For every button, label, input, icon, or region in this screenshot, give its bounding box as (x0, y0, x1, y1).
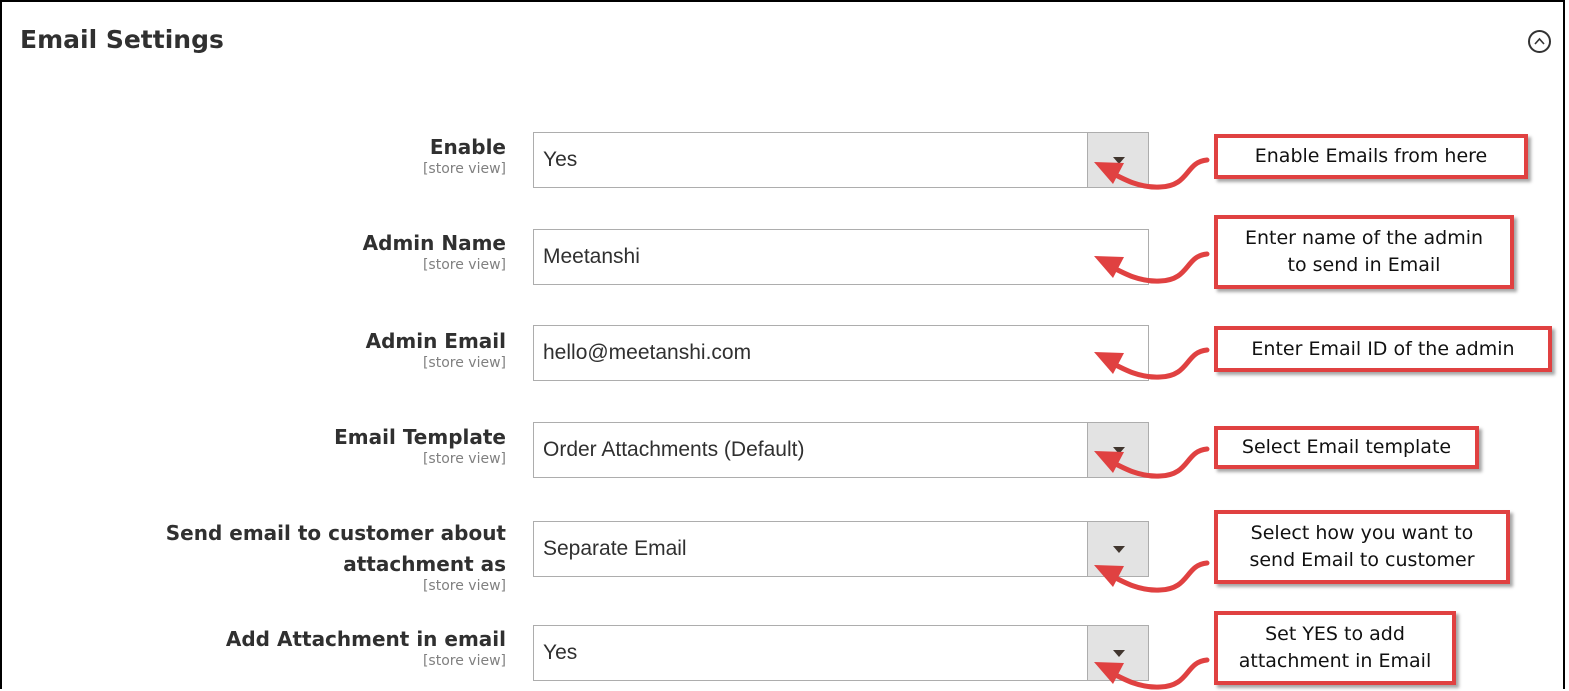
field-label: Enable (429, 135, 506, 159)
callout-admin-email: Enter Email ID of the admin (1214, 326, 1552, 372)
input-value: hello@meetanshi.com (543, 341, 752, 364)
callout-enable: Enable Emails from here (1214, 134, 1528, 179)
admin-email-input[interactable]: hello@meetanshi.com (533, 325, 1149, 381)
input-value: Meetanshi (543, 245, 640, 268)
triangle-down-icon (1113, 546, 1125, 553)
triangle-down-icon (1113, 157, 1125, 164)
enable-select[interactable]: Yes (533, 132, 1149, 188)
email-template-select[interactable]: Order Attachments (Default) (533, 422, 1149, 478)
chevron-up-icon (1534, 37, 1545, 45)
select-value: Order Attachments (Default) (543, 438, 805, 461)
field-label-line1: Send email to customer about (165, 521, 506, 545)
collapse-button[interactable] (1528, 30, 1551, 53)
dropdown-button[interactable] (1087, 423, 1148, 477)
callout-admin-name: Enter name of the admin to send in Email (1214, 215, 1514, 289)
scope-label: [store view] (422, 653, 506, 669)
section-title: Email Settings (20, 25, 224, 54)
scope-label: [store view] (422, 578, 506, 594)
send-email-as-select[interactable]: Separate Email (533, 521, 1149, 577)
field-label: Email Template (334, 425, 506, 449)
scope-label: [store view] (422, 451, 506, 467)
field-label: Add Attachment in email (225, 627, 506, 651)
add-attachment-select[interactable]: Yes (533, 625, 1149, 681)
field-label-line2: attachment as (343, 552, 506, 576)
callout-add-attachment: Set YES to add attachment in Email (1214, 611, 1456, 685)
dropdown-button[interactable] (1087, 133, 1148, 187)
dropdown-button[interactable] (1087, 522, 1148, 576)
callout-email-template: Select Email template (1214, 426, 1479, 469)
callout-send-email-as: Select how you want to send Email to cus… (1214, 510, 1510, 584)
scope-label: [store view] (422, 257, 506, 273)
scope-label: [store view] (422, 355, 506, 371)
field-label: Admin Email (365, 329, 506, 353)
select-value: Yes (543, 641, 578, 664)
triangle-down-icon (1113, 650, 1125, 657)
select-value: Yes (543, 148, 578, 171)
triangle-down-icon (1113, 447, 1125, 454)
select-value: Separate Email (543, 537, 687, 560)
dropdown-button[interactable] (1087, 626, 1148, 680)
admin-name-input[interactable]: Meetanshi (533, 229, 1149, 285)
scope-label: [store view] (422, 161, 506, 177)
field-label: Admin Name (362, 231, 506, 255)
